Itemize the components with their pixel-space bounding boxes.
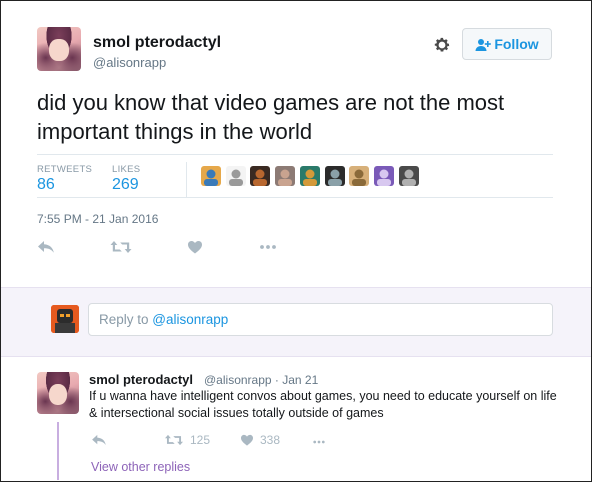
reply-author-meta[interactable]: @alisonrapp · Jan 21 — [204, 373, 318, 387]
retweets-count[interactable]: 86 — [37, 176, 55, 194]
liker-avatar[interactable] — [250, 166, 271, 186]
reply-text: If u wanna have intelligent convos about… — [89, 389, 557, 420]
liker-avatar[interactable] — [349, 166, 370, 186]
reply-retweet-icon[interactable] — [164, 433, 184, 451]
view-other-replies-link[interactable]: View other replies — [91, 460, 190, 474]
reply-icon[interactable] — [37, 240, 55, 259]
reply-like-count: 338 — [260, 433, 281, 447]
likes-label: LIKES — [112, 164, 141, 175]
stats-divider-bottom — [37, 197, 553, 198]
retweet-icon[interactable] — [110, 240, 132, 259]
liker-avatar[interactable] — [225, 166, 246, 186]
stats-divider-top — [37, 154, 553, 155]
follow-button[interactable]: Follow — [462, 28, 552, 60]
reply-input[interactable]: Reply to @alisonrapp — [88, 303, 553, 336]
liker-avatar[interactable] — [324, 166, 345, 186]
stats-separator — [186, 162, 187, 197]
retweets-label: RETWEETS — [37, 164, 93, 175]
tweet-timestamp[interactable]: 7:55 PM - 21 Jan 2016 — [37, 212, 158, 226]
liker-avatar[interactable] — [299, 166, 320, 186]
reply-heart-icon[interactable] — [240, 433, 254, 451]
liker-avatar[interactable] — [201, 166, 221, 186]
reply-author-avatar[interactable] — [37, 372, 79, 414]
more-options-icon[interactable] — [259, 240, 277, 259]
author-display-name[interactable]: smol pterodactyl — [93, 34, 221, 52]
likes-count[interactable]: 269 — [112, 176, 139, 194]
reply-retweet-count: 125 — [190, 433, 211, 447]
liker-avatar[interactable] — [275, 166, 296, 186]
author-avatar[interactable] — [37, 27, 81, 71]
liker-avatar[interactable] — [398, 166, 419, 186]
reply-more-icon[interactable] — [311, 434, 327, 452]
follow-label: Follow — [494, 36, 539, 52]
reply-author-name[interactable]: smol pterodactyl — [89, 372, 193, 387]
viewer-avatar — [51, 305, 79, 333]
reply-placeholder: Reply to — [99, 312, 153, 327]
reply-mention: @alisonrapp — [152, 312, 229, 327]
tweet-text: did you know that video games are not th… — [37, 90, 505, 144]
liker-avatar[interactable] — [373, 166, 394, 186]
thread-line — [57, 422, 59, 480]
gear-icon[interactable] — [432, 35, 452, 55]
add-user-icon — [475, 39, 492, 51]
reply-reply-icon[interactable] — [91, 433, 107, 451]
author-handle[interactable]: @alisonrapp — [93, 55, 166, 70]
heart-icon[interactable] — [187, 240, 203, 259]
